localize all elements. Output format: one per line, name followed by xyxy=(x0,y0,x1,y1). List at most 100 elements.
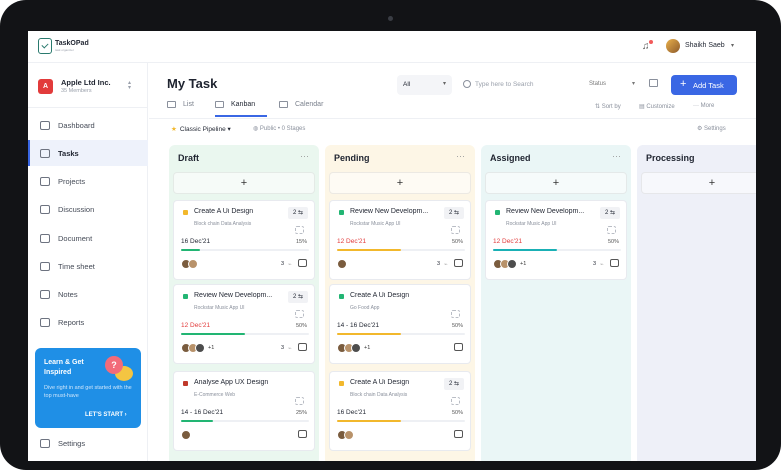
link-icon[interactable] xyxy=(451,226,460,234)
assignee-list: +1 xyxy=(337,343,370,353)
add-card-button[interactable]: + xyxy=(329,172,471,194)
timesheet-icon xyxy=(40,261,50,271)
assignee-avatar[interactable] xyxy=(188,259,198,269)
link-icon[interactable] xyxy=(295,310,304,318)
add-task-label: Add Task xyxy=(693,81,724,90)
task-card[interactable]: Analyse App UX Design E-Commerce Web 14 - … xyxy=(173,371,315,451)
comment-icon[interactable] xyxy=(298,343,307,351)
subtask-badge[interactable]: 2 ⇆ xyxy=(600,207,620,219)
user-avatar[interactable] xyxy=(666,39,680,53)
sidebar-item-time-sheet[interactable]: Time sheet xyxy=(28,253,148,279)
calendar-icon[interactable] xyxy=(649,79,658,87)
sidebar-item-tasks[interactable]: Tasks xyxy=(28,140,148,166)
task-card[interactable]: Create A Ui Design Go Food App 14 - 16 Dec… xyxy=(329,284,471,364)
pipeline-bar: ★ Classic Pipeline ▾ ◍ Public • 0 Stages … xyxy=(149,118,756,138)
paperclip-icon[interactable]: ⌁ xyxy=(288,261,292,268)
progress-fill xyxy=(337,249,401,251)
status-select[interactable]: Status ▾ xyxy=(587,75,639,95)
paperclip-icon[interactable]: ⌁ xyxy=(600,261,604,268)
subtask-count: 2 xyxy=(292,294,297,300)
paperclip-icon[interactable]: ⌁ xyxy=(444,261,448,268)
link-icon[interactable] xyxy=(451,397,460,405)
link-icon[interactable] xyxy=(295,397,304,405)
link-icon[interactable] xyxy=(295,226,304,234)
link-icon[interactable] xyxy=(607,226,616,234)
tab-kanban[interactable]: Kanban xyxy=(215,101,255,108)
task-card[interactable]: Review New Developm... Rockstar Music App… xyxy=(485,200,627,280)
comment-icon[interactable] xyxy=(298,259,307,267)
assignee-avatar[interactable] xyxy=(344,430,354,440)
search-input[interactable]: Type here to Search xyxy=(459,75,587,95)
subtask-badge[interactable]: 2 ⇆ xyxy=(444,207,464,219)
pipeline-settings-button[interactable]: ⚙ Settings xyxy=(697,125,726,132)
comment-icon[interactable] xyxy=(454,259,463,267)
assignee-avatar[interactable] xyxy=(507,259,517,269)
priority-dot xyxy=(339,210,344,215)
sidebar-item-notes[interactable]: Notes xyxy=(28,281,148,307)
app-logo[interactable]: TaskOPad task organizer xyxy=(38,38,89,54)
task-card[interactable]: Review New Developm... Rockstar Music App… xyxy=(329,200,471,280)
tab-calendar[interactable]: Calendar xyxy=(279,101,323,108)
user-name[interactable]: Shaikh Saeb xyxy=(685,42,725,49)
comment-icon[interactable] xyxy=(454,430,463,438)
filter-value: All xyxy=(403,81,411,88)
more-assignees[interactable]: +1 xyxy=(520,261,526,267)
pipeline-settings-label: Settings xyxy=(704,126,726,132)
more-assignees[interactable]: +1 xyxy=(364,345,370,351)
task-percent: 50% xyxy=(451,323,463,329)
progress-fill xyxy=(181,333,245,335)
sidebar-item-projects[interactable]: Projects xyxy=(28,168,148,194)
subtask-badge[interactable]: 2 ⇆ xyxy=(444,378,464,390)
task-card[interactable]: Create A Ui Design Block chain Data Analy… xyxy=(329,371,471,451)
promo-link[interactable]: LET'S START › xyxy=(85,412,127,418)
assignee-avatar[interactable] xyxy=(195,343,205,353)
subtask-count: 2 xyxy=(604,210,609,216)
sidebar-item-settings[interactable]: Settings xyxy=(28,430,148,456)
sidebar-item-document[interactable]: Document xyxy=(28,225,148,251)
sidebar-item-discussion[interactable]: Discussion xyxy=(28,196,148,222)
sort-button[interactable]: ⇅ Sort by xyxy=(595,103,621,110)
comment-icon[interactable] xyxy=(610,259,619,267)
reports-icon xyxy=(40,317,50,327)
assignee-avatar[interactable] xyxy=(337,259,347,269)
logo-subtitle: task organizer xyxy=(55,48,74,52)
assignee-avatar[interactable] xyxy=(181,430,191,440)
add-card-button[interactable]: + xyxy=(641,172,756,194)
subtask-badge[interactable]: 2 ⇆ xyxy=(288,291,308,303)
comment-icon[interactable] xyxy=(454,343,463,351)
tab-list[interactable]: List xyxy=(167,101,194,108)
add-card-button[interactable]: + xyxy=(173,172,315,194)
task-date: 14 - 16 Dec'21 xyxy=(181,409,224,416)
task-date: 16 Dec'21 xyxy=(181,238,211,245)
more-assignees[interactable]: +1 xyxy=(208,345,214,351)
add-card-button[interactable]: + xyxy=(485,172,627,194)
customize-button[interactable]: ▤ Customize xyxy=(639,103,675,110)
subtask-badge[interactable]: 2 ⇆ xyxy=(288,207,308,219)
sidebar-item-label: Dashboard xyxy=(58,120,95,130)
sidebar-item-dashboard[interactable]: Dashboard xyxy=(28,112,148,138)
add-task-button[interactable]: + Add Task xyxy=(671,75,737,95)
divider xyxy=(28,107,148,108)
sidebar-item-label: Document xyxy=(58,233,93,243)
priority-dot xyxy=(339,381,344,386)
chevron-down-icon[interactable]: ▾ xyxy=(731,42,734,49)
link-icon[interactable] xyxy=(451,310,460,318)
progress-fill xyxy=(337,333,401,335)
progress-fill xyxy=(337,420,401,422)
sidebar-item-reports[interactable]: Reports xyxy=(28,309,148,335)
task-card[interactable]: Review New Developm... Rockstar Music App… xyxy=(173,284,315,364)
column-menu-icon[interactable]: ··· xyxy=(300,151,309,161)
filter-select[interactable]: All ▾ xyxy=(397,75,452,95)
sidebar-item-label: Tasks xyxy=(58,148,79,158)
column-menu-icon[interactable]: ··· xyxy=(612,151,621,161)
paperclip-icon[interactable]: ⌁ xyxy=(288,345,292,352)
org-switcher[interactable]: A Apple Ltd Inc. 35 Members ▴ ▾ xyxy=(38,77,138,99)
task-title: Create A Ui Design xyxy=(350,379,410,386)
assignee-avatar[interactable] xyxy=(351,343,361,353)
column-menu-icon[interactable]: ··· xyxy=(456,151,465,161)
more-button[interactable]: ··· More xyxy=(693,103,714,109)
top-bar: TaskOPad task organizer ♫ Shaikh Saeb ▾ xyxy=(28,31,756,63)
comment-icon[interactable] xyxy=(298,430,307,438)
pipeline-select[interactable]: ★ Classic Pipeline ▾ xyxy=(171,125,231,133)
task-card[interactable]: Create A Ui Design Block chain Data Analy… xyxy=(173,200,315,280)
